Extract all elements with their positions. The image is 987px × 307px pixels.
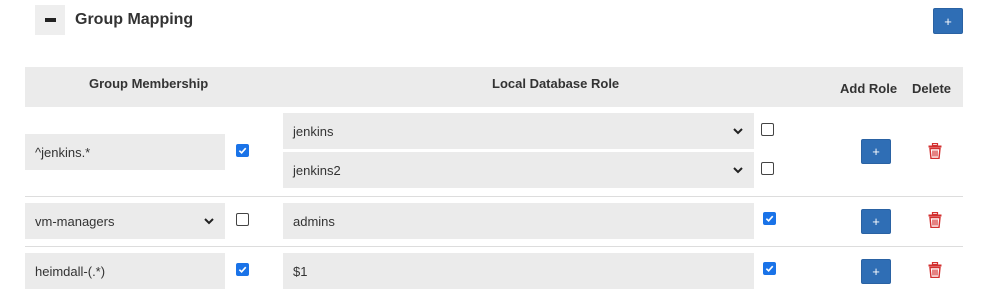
trash-icon (928, 211, 942, 229)
group-membership-checkbox[interactable] (236, 144, 249, 157)
add-group-mapping-button[interactable]: + (933, 8, 963, 34)
local-database-role-select[interactable]: jenkins2 (283, 152, 754, 188)
group-membership-input[interactable]: ^jenkins.* (25, 134, 225, 170)
delete-button[interactable] (928, 142, 942, 162)
row-divider (25, 196, 963, 197)
trash-icon (928, 142, 942, 160)
column-header-local-database-role: Local Database Role (492, 76, 620, 91)
chevron-down-icon (733, 167, 743, 174)
group-membership-input[interactable]: heimdall-(.*) (25, 253, 225, 289)
minus-icon (44, 18, 56, 22)
add-role-button[interactable]: + (861, 209, 891, 234)
checkmark-icon (238, 147, 247, 155)
trash-icon (928, 261, 942, 279)
role-checkbox[interactable] (761, 123, 774, 136)
row-divider (25, 246, 963, 247)
checkmark-icon (765, 215, 774, 223)
delete-button[interactable] (928, 261, 942, 281)
delete-button[interactable] (928, 211, 942, 231)
local-database-role-input[interactable]: admins (283, 203, 754, 239)
checkmark-icon (765, 265, 774, 273)
collapse-section-button[interactable] (35, 5, 65, 35)
role-checkbox[interactable] (763, 212, 776, 225)
select-value: jenkins (293, 123, 334, 139)
select-value: jenkins2 (293, 162, 341, 178)
column-header-group-membership: Group Membership (89, 76, 209, 91)
add-role-button[interactable]: + (861, 259, 891, 284)
group-membership-checkbox[interactable] (236, 213, 249, 226)
role-checkbox[interactable] (761, 162, 774, 175)
chevron-down-icon (733, 128, 743, 135)
select-value: vm-managers (35, 213, 115, 229)
group-membership-select[interactable]: vm-managers (25, 203, 225, 239)
local-database-role-select[interactable]: jenkins (283, 113, 754, 149)
checkmark-icon (238, 266, 247, 274)
add-role-button[interactable]: + (861, 139, 891, 164)
column-header-delete: Delete (912, 81, 952, 96)
column-header-add-role: Add Role (840, 81, 898, 96)
local-database-role-input[interactable]: $1 (283, 253, 754, 289)
group-membership-checkbox[interactable] (236, 263, 249, 276)
section-title: Group Mapping (75, 11, 194, 28)
role-checkbox[interactable] (763, 262, 776, 275)
chevron-down-icon (204, 218, 214, 225)
